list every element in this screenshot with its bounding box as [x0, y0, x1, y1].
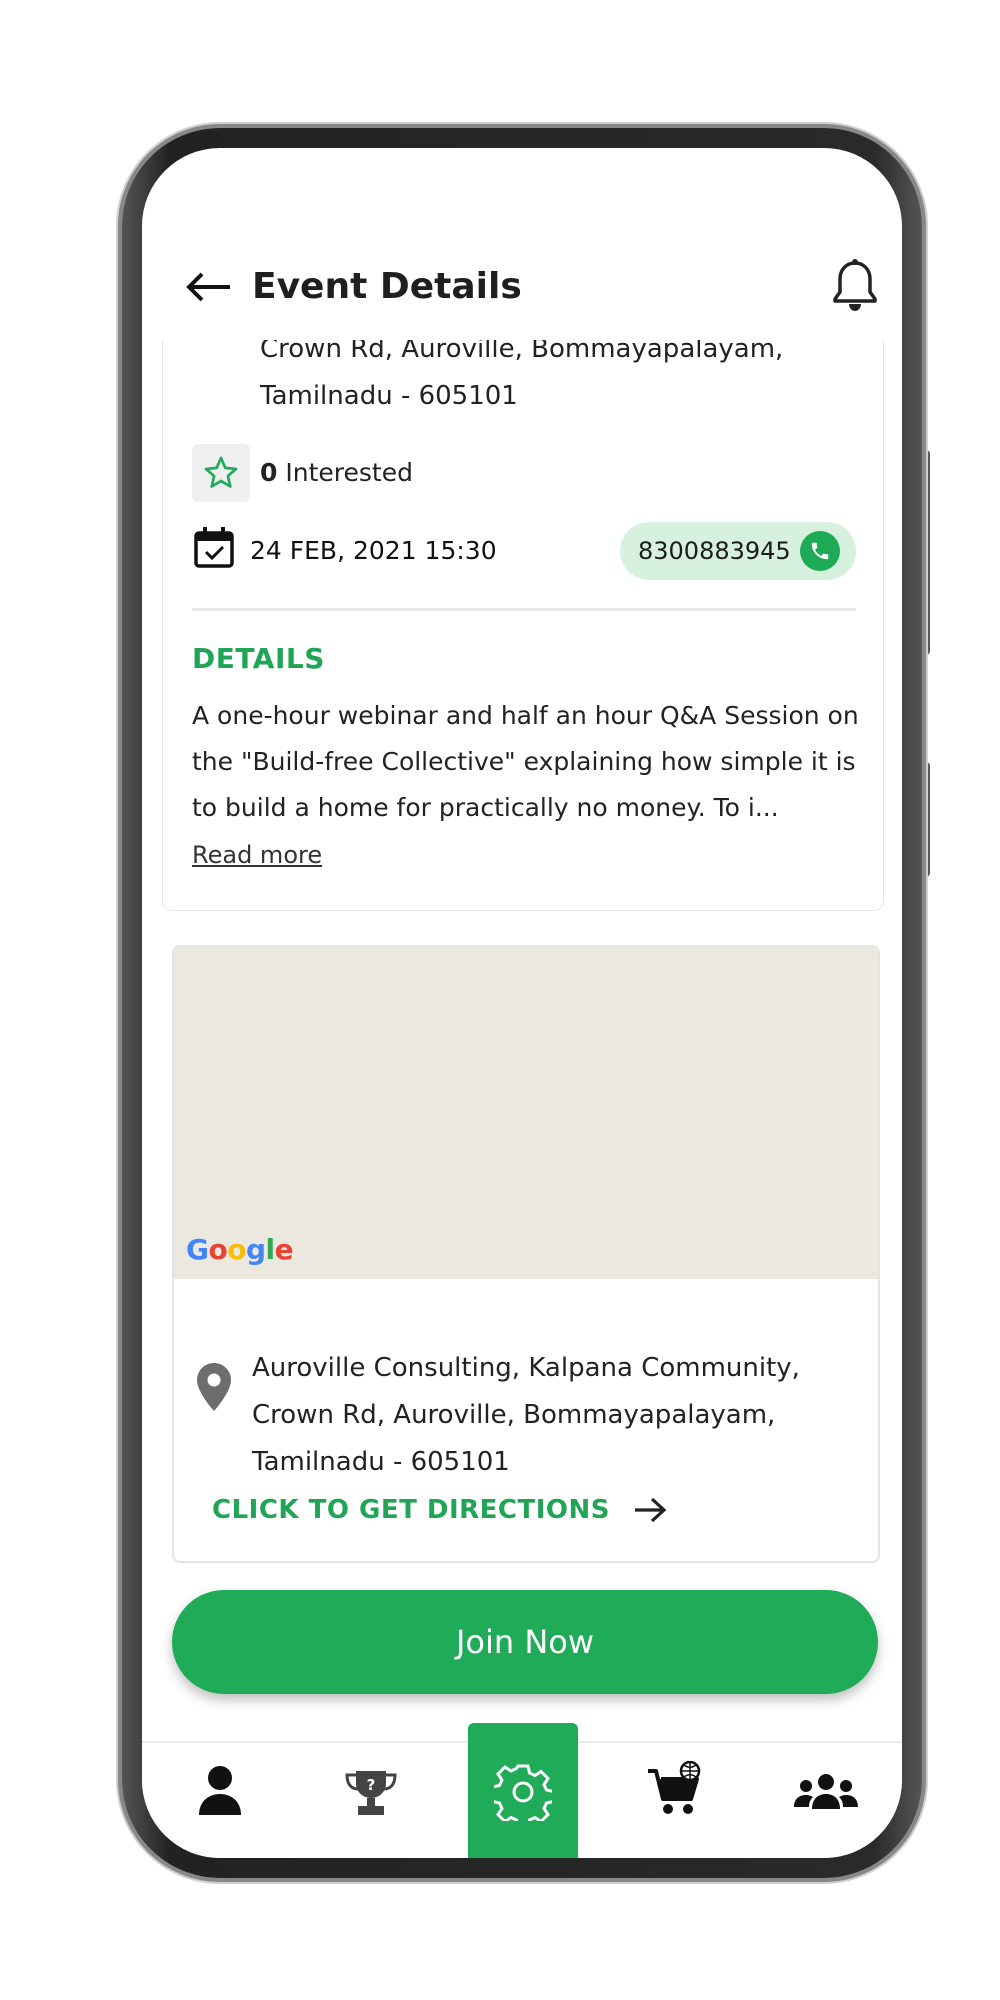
- nav-item-profile[interactable]: [164, 1743, 274, 1858]
- phone-screen: Crown Rd, Auroville, Bommayapalayam, Tam…: [142, 148, 902, 1858]
- arrow-left-icon[interactable]: [184, 270, 232, 304]
- interested-button[interactable]: [192, 444, 250, 502]
- event-address-line: Tamilnadu - 605101: [260, 381, 518, 411]
- person-icon: [199, 1766, 241, 1815]
- group-icon: [794, 1774, 858, 1809]
- interested-label: Interested: [285, 458, 413, 487]
- shopping-cart-icon: [648, 1761, 701, 1814]
- map-view[interactable]: Google: [174, 947, 878, 1279]
- location-address-line: Tamilnadu - 605101: [252, 1447, 510, 1477]
- nav-item-settings[interactable]: [468, 1743, 578, 1858]
- phone-icon: [800, 531, 840, 571]
- trophy-question-icon: ?: [345, 1771, 397, 1815]
- read-more-link[interactable]: Read more: [192, 841, 322, 869]
- nav-item-quiz[interactable]: ?: [316, 1743, 426, 1858]
- interested-count: 0: [260, 458, 278, 487]
- bottom-nav: ?: [142, 1723, 902, 1858]
- details-heading: DETAILS: [192, 642, 325, 675]
- location-address-line: Crown Rd, Auroville, Bommayapalayam,: [252, 1400, 776, 1430]
- divider: [192, 608, 856, 611]
- google-logo: Google: [186, 1233, 294, 1266]
- event-address: Crown Rd, Auroville, Bommayapalayam, Tam…: [260, 326, 820, 420]
- phone-number: 8300883945: [638, 537, 791, 565]
- call-phone-chip[interactable]: 8300883945: [620, 522, 856, 580]
- event-datetime: 24 FEB, 2021 15:30: [250, 536, 497, 565]
- location-card: Google Auroville Consulting, Kalpana Com…: [172, 945, 880, 1563]
- nav-item-community[interactable]: [772, 1743, 882, 1858]
- location-address-line: Auroville Consulting, Kalpana Community,: [252, 1353, 800, 1383]
- arrow-right-icon: [635, 1497, 667, 1523]
- calendar-check-icon: [194, 527, 234, 568]
- join-now-button[interactable]: Join Now: [172, 1590, 878, 1694]
- svg-text:?: ?: [367, 1776, 376, 1794]
- get-directions-link[interactable]: CLICK TO GET DIRECTIONS: [212, 1495, 668, 1525]
- bell-icon[interactable]: [830, 258, 880, 314]
- interested-text: 0 Interested: [260, 458, 413, 487]
- details-description: A one-hour webinar and half an hour Q&A …: [192, 701, 859, 822]
- app-bar: Event Details: [142, 228, 902, 340]
- location-pin-icon: [197, 1363, 231, 1411]
- location-address: Auroville Consulting, Kalpana Community,…: [252, 1345, 852, 1486]
- star-icon: [204, 456, 238, 488]
- gear-icon: [494, 1764, 552, 1821]
- directions-label: CLICK TO GET DIRECTIONS: [212, 1495, 610, 1525]
- phone-frame: Crown Rd, Auroville, Bommayapalayam, Tam…: [122, 128, 922, 1878]
- nav-item-shop[interactable]: [620, 1743, 730, 1858]
- page-title: Event Details: [252, 266, 522, 307]
